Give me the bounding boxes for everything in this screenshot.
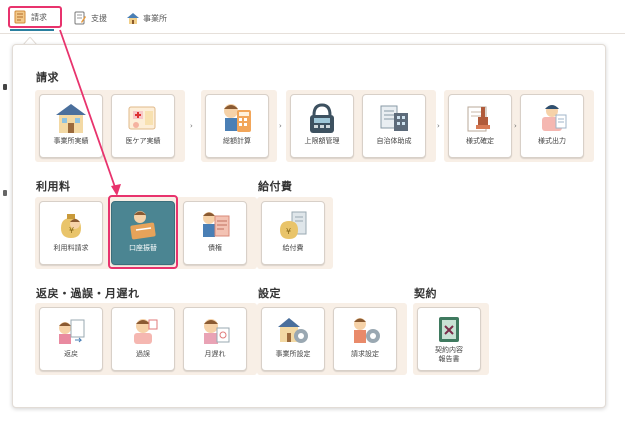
group-seikyu-4: 様式確定 › 様式出力	[444, 90, 594, 162]
billing-settings-icon	[354, 318, 380, 343]
menu-card-yoshiki-shutsuryoku[interactable]: 様式出力	[520, 94, 584, 158]
menu-card-jichitai-josei[interactable]: 自治体助成	[362, 94, 426, 158]
menu-card-label: 事業所設定	[275, 350, 311, 358]
background-marker	[3, 84, 7, 90]
chevron-right-icon: ›	[514, 122, 517, 130]
menu-card-label: 債権	[208, 244, 222, 252]
menu-card-keiyaku-naiyo[interactable]: 契約内容 報告書	[417, 307, 481, 371]
chevron-right-icon: ›	[190, 122, 193, 130]
menu-card-label: 請求設定	[351, 350, 379, 358]
receivable-icon	[203, 212, 230, 237]
group-settei: 事業所設定 請求設定	[257, 303, 407, 375]
invoice-icon	[14, 10, 26, 24]
menu-card-sogaku-keisan[interactable]: 総額計算	[205, 94, 269, 158]
section-title-henrei: 返戻・過誤・月遅れ	[36, 287, 140, 300]
tabbar-divider	[0, 33, 625, 34]
menu-card-label: 事業所実績	[53, 137, 89, 145]
tab-label: 請求	[31, 12, 47, 22]
selection-highlight	[108, 195, 178, 269]
menu-card-label: 返戻	[64, 350, 78, 358]
menu-card-label: 利用料請求	[53, 244, 89, 252]
menu-card-label: 給付費	[282, 244, 304, 252]
support-memo-icon	[74, 11, 86, 25]
menu-card-label: 自治体助成	[376, 137, 412, 145]
municipal-subsidy-icon	[380, 105, 408, 131]
group-henrei: 返戻 過誤 月遅れ	[35, 303, 257, 375]
contract-report-icon	[439, 317, 459, 342]
menu-card-label: 様式確定	[466, 137, 494, 145]
menu-card-jogengaku-kanri[interactable]: 上限額管理	[290, 94, 354, 158]
form-output-icon	[542, 105, 567, 131]
medical-care-icon	[128, 106, 156, 130]
section-title-kyufuhi: 給付費	[258, 180, 293, 193]
svg-text:¥: ¥	[286, 227, 291, 236]
office-settings-icon	[278, 318, 308, 343]
tab-shien[interactable]: 支援	[74, 8, 107, 28]
benefit-money-icon: ¥	[280, 211, 307, 239]
calculator-icon	[224, 104, 251, 132]
menu-card-kago[interactable]: 過誤	[111, 307, 175, 371]
menu-card-henrei[interactable]: 返戻	[39, 307, 103, 371]
menu-card-label: 医ケア実績	[125, 137, 161, 145]
group-seikyu-2: 総額計算	[201, 90, 277, 162]
office-house-icon	[126, 11, 139, 25]
chevron-right-icon: ›	[279, 122, 282, 130]
menu-card-jigyosho-settei[interactable]: 事業所設定	[261, 307, 325, 371]
top-tab-bar: 請求 支援 事業所	[0, 0, 625, 34]
menu-card-label: 月遅れ	[204, 350, 226, 358]
menu-card-label: 様式出力	[538, 137, 566, 145]
menu-card-ikea-jisseki[interactable]: 医ケア実績	[111, 94, 175, 158]
menu-card-label: 過誤	[136, 350, 150, 358]
tab-label: 事業所	[143, 13, 167, 23]
menu-panel: 請求 事業所実績 医ケア実績 › 総額計算 › 上限額管理 自治体助成 › 様式…	[12, 44, 606, 408]
tab-seikyu[interactable]: 請求	[8, 6, 62, 28]
office-building-icon	[56, 104, 86, 133]
error-correction-icon	[134, 319, 158, 344]
return-icon	[59, 319, 85, 344]
menu-card-label: 契約内容 報告書	[435, 346, 463, 363]
chevron-right-icon: ›	[437, 122, 440, 130]
section-title-seikyu: 請求	[36, 71, 59, 84]
menu-card-label: 総額計算	[223, 137, 251, 145]
menu-card-label: 上限額管理	[304, 137, 340, 145]
group-keiyaku: 契約内容 報告書	[413, 303, 489, 375]
background-marker	[3, 190, 7, 196]
menu-card-yoshiki-kakutei[interactable]: 様式確定	[448, 94, 512, 158]
tab-jigyosho[interactable]: 事業所	[126, 8, 167, 28]
menu-card-saiken[interactable]: 債権	[183, 201, 247, 265]
svg-text:¥: ¥	[69, 226, 74, 235]
money-bag-icon: ¥	[61, 214, 81, 238]
tab-label: 支援	[91, 13, 107, 23]
menu-card-jigyosho-jisseki[interactable]: 事業所実績	[39, 94, 103, 158]
section-title-keiyaku: 契約	[414, 287, 437, 300]
section-title-riyoryo: 利用料	[36, 180, 71, 193]
menu-card-kyufuhi[interactable]: ¥ 給付費	[261, 201, 325, 265]
group-seikyu-3: 上限額管理 自治体助成	[286, 90, 436, 162]
menu-card-riyoryo-seikyu[interactable]: ¥ 利用料請求	[39, 201, 103, 265]
menu-card-tsukiokure[interactable]: 月遅れ	[183, 307, 247, 371]
active-tab-indicator	[10, 29, 54, 31]
group-kyufuhi: ¥ 給付費	[257, 197, 333, 269]
menu-card-seikyu-settei[interactable]: 請求設定	[333, 307, 397, 371]
section-title-settei: 設定	[258, 287, 281, 300]
cash-register-icon	[310, 103, 334, 133]
late-month-icon	[204, 319, 230, 344]
form-stamp-icon	[467, 106, 490, 132]
group-seikyu-1: 事業所実績 医ケア実績	[35, 90, 185, 162]
